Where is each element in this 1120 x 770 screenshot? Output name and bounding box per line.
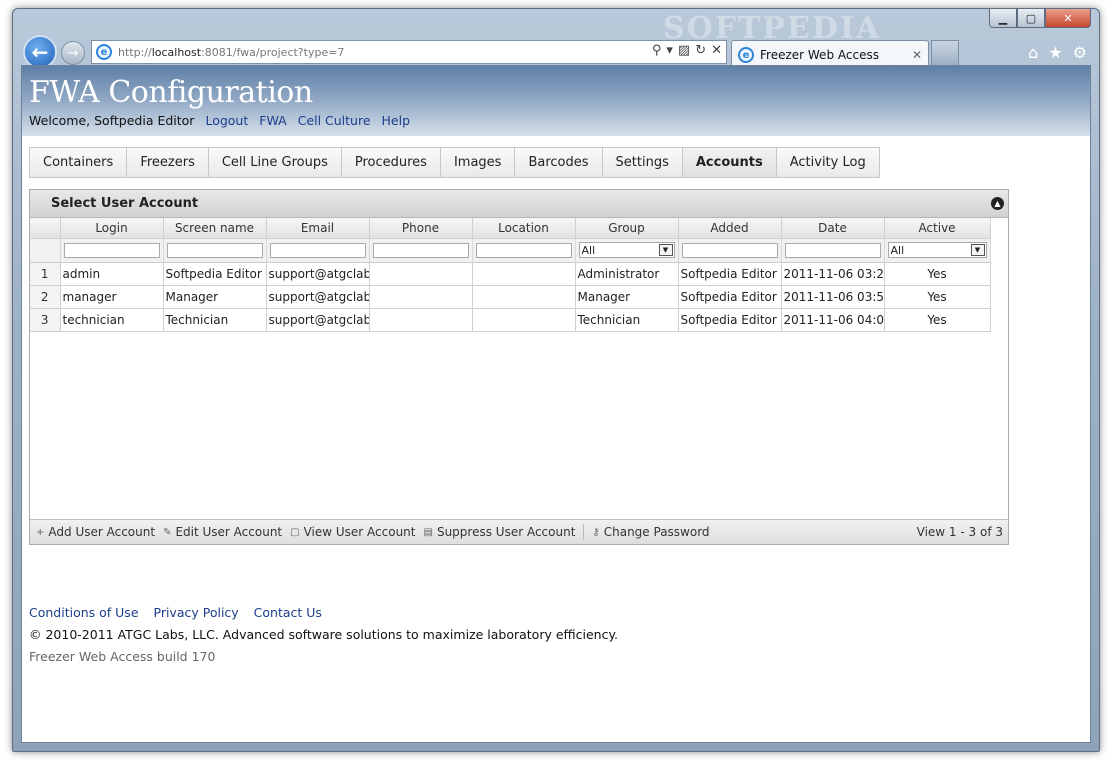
footer-links: Conditions of Use Privacy Policy Contact… (29, 605, 618, 620)
contact-us-link[interactable]: Contact Us (254, 605, 322, 620)
url-text: http://localhost:8081/fwa/project?type=7 (118, 45, 345, 59)
tab-favicon-icon: e (738, 47, 754, 63)
tab-accounts[interactable]: Accounts (681, 147, 776, 178)
copyright-text: © 2010-2011 ATGC Labs, LLC. Advanced sof… (29, 627, 619, 642)
tab-containers[interactable]: Containers (29, 147, 127, 178)
chevron-down-icon[interactable]: ▼ (970, 244, 985, 256)
compat-view-icon[interactable]: ▨ (678, 43, 690, 58)
table-row[interactable]: 2 manager Manager support@atgclabs Manag… (30, 285, 991, 309)
tab-settings[interactable]: Settings (601, 147, 682, 178)
column-header-login[interactable]: Login (60, 218, 164, 239)
column-header-location[interactable]: Location (472, 218, 576, 239)
browser-nav-row: ← → e http://localhost:8081/fwa/project?… (13, 33, 1099, 69)
window-controls: ▁ ▢ ✕ (989, 9, 1091, 28)
tab-activity-log[interactable]: Activity Log (775, 147, 880, 178)
filter-screen-name-input[interactable] (166, 242, 263, 258)
key-icon: ⚷ (592, 526, 600, 538)
fwa-link[interactable]: FWA (259, 113, 286, 128)
tab-close-icon[interactable]: ✕ (912, 48, 922, 62)
column-header-phone[interactable]: Phone (369, 218, 473, 239)
forward-arrow-icon[interactable]: → (61, 41, 85, 65)
search-icon[interactable]: ⚲ (652, 43, 662, 58)
filter-group-select[interactable]: All ▼ (578, 242, 675, 258)
cell-culture-link[interactable]: Cell Culture (298, 113, 371, 128)
column-header-group[interactable]: Group (575, 218, 679, 239)
help-link[interactable]: Help (382, 113, 411, 128)
command-icons: ⌂ ★ ⚙ (1028, 43, 1087, 62)
maximize-icon[interactable]: ▢ (1017, 9, 1045, 28)
logout-link[interactable]: Logout (205, 113, 248, 128)
filter-login-input[interactable] (63, 242, 160, 258)
favorites-star-icon[interactable]: ★ (1048, 43, 1062, 62)
page-title: FWA Configuration (29, 75, 313, 110)
column-header-email[interactable]: Email (266, 218, 370, 239)
collapse-icon[interactable]: ▲ (991, 197, 1004, 210)
filter-email-input[interactable] (269, 242, 366, 258)
page-viewport: FWA Configuration Welcome, Softpedia Edi… (21, 65, 1091, 743)
document-icon: ▢ (290, 526, 300, 538)
address-bar[interactable]: e http://localhost:8081/fwa/project?type… (91, 40, 727, 64)
build-text: Freezer Web Access build 170 (29, 649, 216, 664)
page-header: FWA Configuration Welcome, Softpedia Edi… (22, 66, 1090, 136)
dropdown-icon[interactable]: ▾ (666, 43, 673, 58)
gear-icon[interactable]: ⚙ (1073, 43, 1087, 62)
back-arrow-icon[interactable]: ← (23, 35, 57, 69)
stop-icon[interactable]: ✕ (711, 43, 722, 58)
add-user-account-button[interactable]: + Add User Account (36, 525, 155, 539)
ie-page-icon: e (96, 44, 112, 60)
column-header-screen-name[interactable]: Screen name (163, 218, 267, 239)
suppress-user-account-button[interactable]: ▤ Suppress User Account (424, 525, 576, 539)
page-footer: Conditions of Use Privacy Policy Contact… (29, 605, 618, 664)
column-header-date[interactable]: Date (781, 218, 885, 239)
view-user-account-button[interactable]: ▢ View User Account (290, 525, 415, 539)
main-tabs: Containers Freezers Cell Line Groups Pro… (29, 147, 880, 178)
accounts-table: Login Screen name Email Phone Location G… (30, 218, 991, 332)
filter-rownum (30, 238, 61, 263)
home-icon[interactable]: ⌂ (1028, 43, 1038, 62)
user-account-grid: Select User Account ▲ Login Screen name … (29, 189, 1009, 545)
grid-pager: + Add User Account ✎ Edit User Account ▢ Vi… (30, 519, 1008, 544)
table-row[interactable]: 1 admin Softpedia Editor support@atgclab… (30, 262, 991, 286)
browser-window: SOFTPEDIA ▁ ▢ ✕ ← → e http://localhost:8… (12, 8, 1100, 752)
trash-icon: ▤ (423, 526, 433, 538)
tab-images[interactable]: Images (439, 147, 515, 178)
pencil-icon: ✎ (163, 526, 172, 538)
filter-row: All ▼ All ▼ (30, 238, 991, 263)
address-tools: ⚲ ▾ ▨ ↻ ✕ (652, 43, 722, 58)
change-password-button[interactable]: ⚷ Change Password (592, 525, 709, 539)
grid-caption: Select User Account ▲ (30, 190, 1008, 218)
pager-info: View 1 - 3 of 3 (916, 525, 1003, 539)
tab-freezers[interactable]: Freezers (126, 147, 208, 178)
filter-active-select[interactable]: All ▼ (887, 242, 987, 258)
filter-phone-input[interactable] (372, 242, 469, 258)
tab-barcodes[interactable]: Barcodes (514, 147, 602, 178)
tab-title: Freezer Web Access (760, 48, 879, 62)
filter-location-input[interactable] (475, 242, 572, 258)
conditions-of-use-link[interactable]: Conditions of Use (29, 605, 139, 620)
close-window-icon[interactable]: ✕ (1045, 9, 1091, 28)
new-tab-button[interactable] (931, 40, 959, 65)
privacy-policy-link[interactable]: Privacy Policy (154, 605, 239, 620)
welcome-text: Welcome, Softpedia Editor (29, 113, 195, 128)
plus-icon: + (36, 526, 45, 538)
chevron-down-icon[interactable]: ▼ (658, 244, 673, 256)
edit-user-account-button[interactable]: ✎ Edit User Account (163, 525, 282, 539)
column-header-added[interactable]: Added (678, 218, 782, 239)
column-header-active[interactable]: Active (884, 218, 991, 239)
filter-date-input[interactable] (784, 242, 881, 258)
tab-procedures[interactable]: Procedures (340, 147, 440, 178)
tab-cell-line-groups[interactable]: Cell Line Groups (207, 147, 341, 178)
table-row[interactable]: 3 technician Technician support@atgclabs… (30, 308, 991, 332)
filter-added-input[interactable] (681, 242, 778, 258)
grid-caption-text: Select User Account (51, 196, 199, 211)
pager-separator (583, 524, 585, 540)
rownum-header (30, 218, 61, 239)
minimize-icon[interactable]: ▁ (989, 9, 1017, 28)
refresh-icon[interactable]: ↻ (695, 43, 706, 58)
welcome-line: Welcome, Softpedia Editor Logout FWA Cell C… (29, 113, 1090, 128)
